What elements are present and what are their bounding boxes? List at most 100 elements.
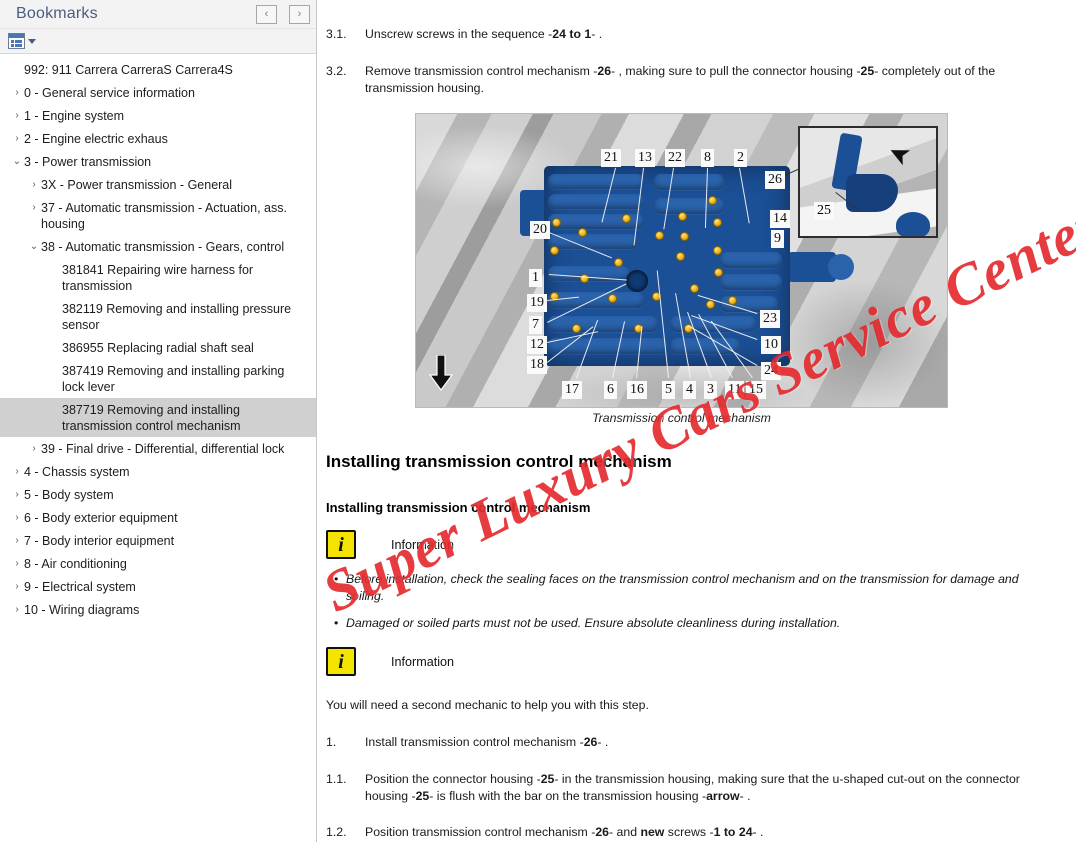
figure-callout-5: 5	[662, 381, 675, 399]
step-number: 1.1.	[326, 772, 347, 786]
bullet-text: Before installation, check the sealing f…	[346, 572, 1019, 603]
tree-item[interactable]: › 9 - Electrical system	[0, 575, 316, 598]
list-options-icon	[8, 33, 25, 49]
figure-inset-connector-housing: ➤ 25	[798, 126, 938, 238]
chevron-right-icon[interactable]: ›	[10, 464, 24, 480]
tree-item-label: 4 - Chassis system	[24, 464, 130, 479]
chevron-right-icon[interactable]: ›	[10, 108, 24, 124]
bookmark-options-button[interactable]	[8, 33, 36, 49]
chevron-right-icon[interactable]: ›	[27, 177, 41, 193]
step-1-2: 1.2. Position transmission control mecha…	[317, 824, 1076, 841]
tree-item[interactable]: 381841 Repairing wire harness for transm…	[0, 258, 316, 297]
step-text-b: - .	[597, 735, 609, 749]
bullet-marker: •	[334, 572, 339, 586]
tree-item-label: 382119 Removing and installing pressure …	[62, 301, 292, 332]
tree-item[interactable]: › 7 - Body interior equipment	[0, 529, 316, 552]
bookmarks-tree[interactable]: 992: 911 Carrera CarreraS Carrera4S › 0 - …	[0, 55, 316, 842]
chevron-right-icon[interactable]: ›	[10, 579, 24, 595]
tree-item[interactable]: › 1 - Engine system	[0, 104, 316, 127]
step-emphasis-2: 25	[415, 788, 430, 803]
chevron-right-icon[interactable]: ›	[27, 441, 41, 457]
step-text-b: - and	[609, 825, 641, 839]
step-emphasis-1: 24 to 1	[552, 27, 592, 41]
figure-callout-6: 6	[604, 381, 617, 399]
tree-item[interactable]: 386955 Replacing radial shaft seal	[0, 336, 316, 359]
tree-item-label: 7 - Body interior equipment	[24, 533, 175, 548]
figure-callout-26: 26	[765, 171, 785, 189]
figure-callout-17: 17	[562, 381, 582, 399]
step-emphasis-3: 1 to 24	[713, 825, 753, 839]
step-text: Install transmission control mechanism -…	[365, 734, 1076, 751]
figure-callout-10: 10	[761, 336, 781, 354]
nav-previous-button[interactable]: ‹	[256, 4, 277, 24]
tree-item[interactable]: 382119 Removing and installing pressure …	[0, 297, 316, 336]
tree-item[interactable]: › 39 - Final drive - Differential, differ…	[0, 437, 316, 460]
step-emphasis-1: 26	[597, 64, 612, 78]
tree-item-label: 9 - Electrical system	[24, 579, 136, 594]
step-text-a: Remove transmission control mechanism -	[365, 64, 598, 78]
chevron-down-icon[interactable]: ⌄	[10, 154, 24, 170]
step-text-b: - , making sure to pull the connector ho…	[611, 64, 861, 78]
chevron-right-icon[interactable]: ›	[10, 85, 24, 101]
chevron-right-icon[interactable]: ›	[27, 200, 41, 216]
step-3-1: 3.1. Unscrew screws in the sequence -24 …	[317, 26, 1076, 43]
bookmarks-header: Bookmarks ‹ ›	[0, 0, 316, 29]
tree-item[interactable]: › 10 - Wiring diagrams	[0, 598, 316, 621]
step-emphasis-1: 25	[540, 772, 555, 786]
tree-item[interactable]: 992: 911 Carrera CarreraS Carrera4S	[0, 58, 316, 81]
tree-item-label: 5 - Body system	[24, 487, 114, 502]
bullet-item-1: • Before installation, check the sealing…	[326, 571, 1051, 604]
step-text-b: - .	[591, 27, 603, 41]
figure-callout-11: 11	[725, 381, 745, 399]
information-icon: i	[326, 647, 356, 676]
step-text-c: - is flush with the bar on the transmiss…	[429, 788, 707, 803]
tree-item[interactable]: › 2 - Engine electric exhaus	[0, 127, 316, 150]
figure-callout-15: 15	[746, 381, 766, 399]
chevron-down-icon[interactable]: ⌄	[27, 239, 41, 255]
tree-item-label: 38 - Automatic transmission - Gears, con…	[41, 239, 285, 254]
nav-next-button[interactable]: ›	[289, 4, 310, 24]
chevron-right-icon[interactable]: ›	[10, 602, 24, 618]
step-emphasis-3: arrow	[706, 788, 740, 803]
information-callout-1: i Information	[326, 530, 454, 559]
tree-item[interactable]: › 6 - Body exterior equipment	[0, 506, 316, 529]
chevron-right-icon[interactable]: ›	[10, 487, 24, 503]
document-pane: 3.1. Unscrew screws in the sequence -24 …	[317, 0, 1076, 842]
figure-callout-20: 20	[530, 221, 550, 239]
bookmarks-toolbar	[0, 29, 316, 54]
tree-item[interactable]: 387719 Removing and installing transmiss…	[0, 398, 316, 437]
figure-callout-8: 8	[701, 149, 714, 167]
tree-item-label: 387719 Removing and installing transmiss…	[62, 402, 241, 433]
step-1-1: 1.1. Position the connector housing -25-…	[317, 771, 1076, 804]
chevron-right-icon[interactable]: ›	[10, 510, 24, 526]
tree-item[interactable]: › 3X - Power transmission - General	[0, 173, 316, 196]
chevron-down-icon	[28, 38, 36, 44]
figure-callout-24: 24	[761, 362, 781, 380]
tree-item-label: 3 - Power transmission	[24, 154, 152, 169]
tree-item-label: 1 - Engine system	[24, 108, 125, 123]
information-label: Information	[391, 537, 454, 552]
step-text-c: screws -	[664, 825, 714, 839]
chevron-right-icon[interactable]: ›	[10, 533, 24, 549]
tree-item[interactable]: › 37 - Automatic transmission - Actuation…	[0, 196, 316, 235]
tree-item[interactable]: › 8 - Air conditioning	[0, 552, 316, 575]
tree-item[interactable]: › 5 - Body system	[0, 483, 316, 506]
tree-item-label: 3X - Power transmission - General	[41, 177, 233, 192]
chevron-right-icon[interactable]: ›	[10, 131, 24, 147]
tree-item[interactable]: ⌄ 3 - Power transmission	[0, 150, 316, 173]
step-number: 3.1.	[326, 27, 347, 41]
tree-item[interactable]: ⌄ 38 - Automatic transmission - Gears, co…	[0, 235, 316, 258]
step-emphasis-2: 25	[860, 64, 875, 78]
tree-item[interactable]: › 4 - Chassis system	[0, 460, 316, 483]
chevron-right-icon[interactable]: ›	[10, 556, 24, 572]
tree-item-label: 37 - Automatic transmission - Actuation,…	[41, 200, 287, 231]
figure-caption: Transmission control mechanism	[592, 411, 771, 425]
tree-item-label: 2 - Engine electric exhaus	[24, 131, 168, 146]
step-text-a: Position transmission control mechanism …	[365, 825, 596, 839]
figure-callout-12: 12	[527, 336, 547, 354]
application-window: Bookmarks ‹ › 992: 911 Carrera CarreraS …	[0, 0, 1076, 842]
step-text: Unscrew screws in the sequence -24 to 1-…	[365, 26, 1076, 43]
tree-item[interactable]: 387419 Removing and installing parking l…	[0, 359, 316, 398]
figure-callout-21: 21	[601, 149, 621, 167]
tree-item[interactable]: › 0 - General service information	[0, 81, 316, 104]
